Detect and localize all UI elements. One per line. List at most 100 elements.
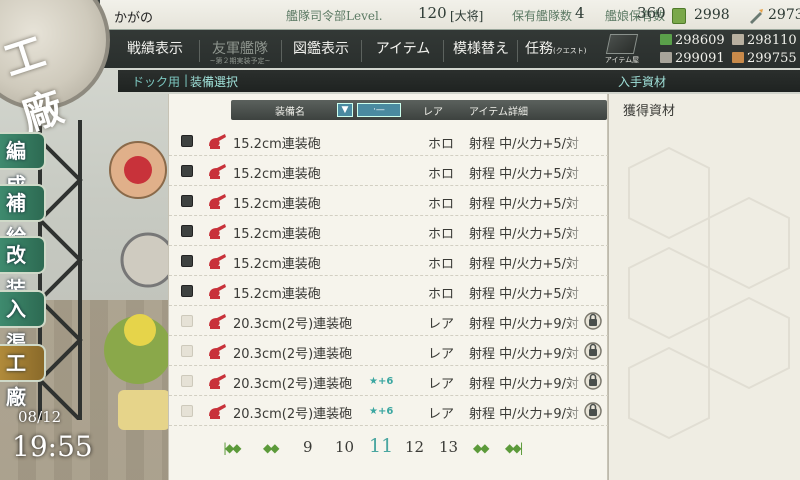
flamethrower-icon [750,9,763,24]
equipment-name: 20.3cm(2号)連装砲 [233,377,353,392]
main-gun-icon [209,224,226,239]
equipment-name: 20.3cm(2号)連装砲 [233,317,353,332]
equipment-rarity: レア [427,407,454,422]
main-gun-icon [209,374,226,389]
equipment-detail: 射程 中/火力+9/対 [469,377,580,392]
page-10[interactable]: 10 [335,438,354,456]
row-checkbox[interactable] [181,285,193,297]
page-11-current[interactable]: 11 [369,435,393,457]
column-header-name: 装備名 [275,107,305,118]
lock-icon[interactable] [583,340,603,360]
equipment-name: 15.2cm連装砲 [233,167,321,182]
breadcrumb-dock[interactable]: ドック用 [132,73,180,90]
page-13[interactable]: 13 [439,438,458,456]
nav-supply[interactable]: 補給 [0,184,46,249]
steel-resource: 299091 [660,51,725,69]
lock-icon[interactable] [583,310,603,330]
sort-dropdown-button[interactable]: ▼ [337,103,353,117]
fuel-icon [660,34,672,45]
equipment-name: 15.2cm連装砲 [233,287,321,302]
resource-panel: 298609 298110 299091 299755 [656,31,800,69]
menu-battle-record[interactable]: 戦績表示 [115,38,195,64]
table-row[interactable]: 15.2cm連装砲 ホロ 射程 中/火力+5/対 [169,246,609,276]
equipment-rarity: ホロ [427,197,454,212]
equipment-rarity: レア [427,317,454,332]
equipment-rarity: ホロ [427,287,454,302]
item-shop-icon [605,34,639,54]
menu-divider [443,40,444,62]
equipment-detail: 射程 中/火力+5/対 [469,197,580,212]
menu-encyclopedia[interactable]: 図鑑表示 [285,38,357,64]
nav-repair[interactable]: 入渠 [0,290,46,355]
menu-items[interactable]: アイテム [367,38,439,64]
main-gun-icon [209,254,226,269]
main-menu: 戦績表示 友軍艦隊 ~第２期実装予定~ 図鑑表示 アイテム 模様替え 任務(クエ… [115,32,635,68]
nav-arsenal[interactable]: 工廠 [0,344,46,409]
lock-icon[interactable] [583,400,603,420]
equipment-detail: 射程 中/火力+5/対 [469,257,580,272]
nav-organize[interactable]: 編成 [0,132,46,197]
fuel-resource: 298609 [660,33,725,51]
menu-divider [517,40,518,62]
menu-quests[interactable]: 任務(クエスト) [525,38,597,64]
last-page-button[interactable]: ◆◆| [505,441,523,455]
ammo-resource: 298110 [732,33,797,51]
menu-quests-label: 任務 [525,41,553,57]
menu-friend-fleet-sub: ~第２期実装予定~ [209,57,271,65]
equipment-name: 20.3cm(2号)連装砲 [233,347,353,362]
pagination: |◆◆ ◆◆ 9 10 11 12 13 ◆◆ ◆◆| [219,435,539,462]
row-checkbox[interactable] [181,255,193,267]
menu-divider [361,40,362,62]
row-checkbox[interactable] [181,375,193,387]
ammo-icon [732,34,744,45]
bauxite-value: 299755 [747,51,797,66]
main-gun-icon [209,284,226,299]
table-row[interactable]: 15.2cm連装砲 ホロ 射程 中/火力+5/対 [169,276,609,306]
bauxite-icon [732,52,744,63]
hq-level-label: 艦隊司令部Level. [286,9,383,23]
prev-page-button[interactable]: ◆◆ [263,441,280,455]
sub-header: ドック用 | 装備選択 入手資材 [118,70,800,92]
acquired-resources-tab: 入手資材 [618,75,667,89]
menu-quests-sub: (クエスト) [553,47,587,55]
row-checkbox[interactable] [181,225,193,237]
equipment-name: 15.2cm連装砲 [233,257,321,272]
sort-mode-button[interactable]: ·— [357,103,401,117]
acquired-resources-panel: 獲得資材 [608,94,800,480]
page-12[interactable]: 12 [405,438,424,456]
main-gun-icon [209,164,226,179]
nav-remodel[interactable]: 改装 [0,236,46,301]
first-page-button[interactable]: |◆◆ [223,441,241,455]
next-page-button[interactable]: ◆◆ [473,441,490,455]
main-gun-icon [209,344,226,359]
page-9[interactable]: 9 [303,438,313,456]
improvement-level: ★+6 [369,406,394,417]
lock-icon[interactable] [583,370,603,390]
table-row[interactable]: 15.2cm連装砲 ホロ 射程 中/火力+5/対 [169,126,609,156]
table-row[interactable]: 20.3cm(2号)連装砲 ★+6 レア 射程 中/火力+9/対 [169,366,609,396]
menu-furniture[interactable]: 模様替え [449,38,513,64]
admiral-rank: [大将] [450,9,484,23]
row-checkbox[interactable] [181,405,193,417]
hex-pattern [628,146,790,440]
table-row[interactable]: 15.2cm連装砲 ホロ 射程 中/火力+5/対 [169,156,609,186]
table-row[interactable]: 20.3cm(2号)連装砲 レア 射程 中/火力+9/対 [169,336,609,366]
item-shop-button[interactable]: アイテム屋 [598,34,646,66]
table-row[interactable]: 20.3cm(2号)連装砲 ★+6 レア 射程 中/火力+9/対 [169,396,609,426]
menu-friend-fleet[interactable]: 友軍艦隊 ~第２期実装予定~ [203,38,277,65]
row-checkbox[interactable] [181,135,193,147]
ammo-value: 298110 [747,33,797,48]
row-checkbox[interactable] [181,195,193,207]
row-checkbox[interactable] [181,345,193,357]
item-shop-label: アイテム屋 [604,56,640,64]
row-checkbox[interactable] [181,315,193,327]
clock-date: 08/12 [18,408,62,426]
row-checkbox[interactable] [181,165,193,177]
table-row[interactable]: 15.2cm連装砲 ホロ 射程 中/火力+5/対 [169,216,609,246]
equipment-detail: 射程 中/火力+5/対 [469,227,580,242]
top-bar: かがの 艦隊司令部Level. 120 [大将] 保有艦隊数 4 艦娘保有数 3… [0,0,800,68]
bucket-count: 2998 [694,7,730,23]
table-row[interactable]: 15.2cm連装砲 ホロ 射程 中/火力+5/対 [169,186,609,216]
table-row[interactable]: 20.3cm(2号)連装砲 レア 射程 中/火力+9/対 [169,306,609,336]
equipment-rarity: レア [427,347,454,362]
